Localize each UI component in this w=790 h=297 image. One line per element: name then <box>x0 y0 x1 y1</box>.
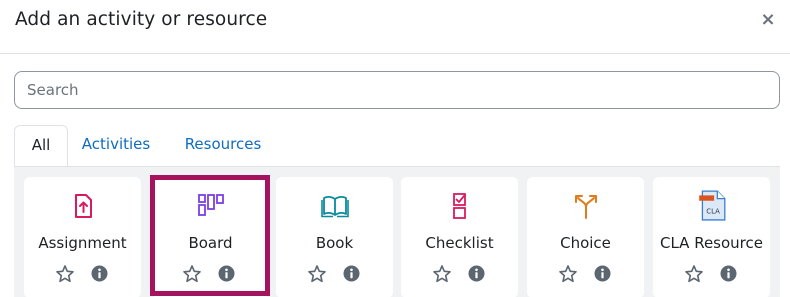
star-icon[interactable] <box>432 264 452 284</box>
tab-resources[interactable]: Resources <box>178 125 268 167</box>
info-icon[interactable] <box>343 265 360 282</box>
star-icon[interactable] <box>307 264 327 284</box>
module-card-choice[interactable]: Choice <box>527 177 644 297</box>
module-label: CLA Resource <box>660 234 763 252</box>
cla-icon-text: CLA <box>706 208 720 216</box>
assignment-icon <box>74 194 92 218</box>
modal-header: Add an activity or resource × <box>0 0 790 54</box>
tab-bar: All Activities Resources <box>14 125 780 167</box>
module-label: Assignment <box>38 234 127 252</box>
search-input[interactable] <box>14 71 780 109</box>
module-card-assignment[interactable]: Assignment <box>24 177 141 297</box>
info-icon[interactable] <box>594 265 611 282</box>
module-card-book[interactable]: Book <box>276 177 393 297</box>
book-icon <box>320 196 349 218</box>
modal-title: Add an activity or resource <box>15 9 268 30</box>
module-label: Checklist <box>425 234 494 252</box>
module-card-board[interactable]: Board <box>152 177 269 297</box>
module-card-cla-resource[interactable]: CLA CLA Resource <box>653 177 770 297</box>
checklist-icon <box>452 193 466 219</box>
module-label: Choice <box>560 234 611 252</box>
star-icon[interactable] <box>684 264 704 284</box>
choice-icon <box>574 195 597 219</box>
info-icon[interactable] <box>468 265 485 282</box>
info-icon[interactable] <box>720 265 737 282</box>
info-icon[interactable] <box>91 265 108 282</box>
module-grid: Assignment Board Book Checklist Choice C… <box>14 166 780 297</box>
cla-resource-icon: CLA <box>698 190 725 221</box>
star-icon[interactable] <box>558 264 578 284</box>
module-card-checklist[interactable]: Checklist <box>401 177 518 297</box>
close-icon: × <box>760 9 776 30</box>
tab-all[interactable]: All <box>14 125 68 167</box>
module-label: Book <box>315 234 354 252</box>
star-icon[interactable] <box>55 264 75 284</box>
tab-activities[interactable]: Activities <box>76 125 156 167</box>
star-icon[interactable] <box>182 264 202 284</box>
board-icon <box>197 194 224 216</box>
close-button[interactable]: × <box>760 10 776 30</box>
info-icon[interactable] <box>218 265 235 282</box>
module-label: Board <box>188 234 233 252</box>
add-activity-modal: Add an activity or resource × All Activi… <box>0 0 790 297</box>
